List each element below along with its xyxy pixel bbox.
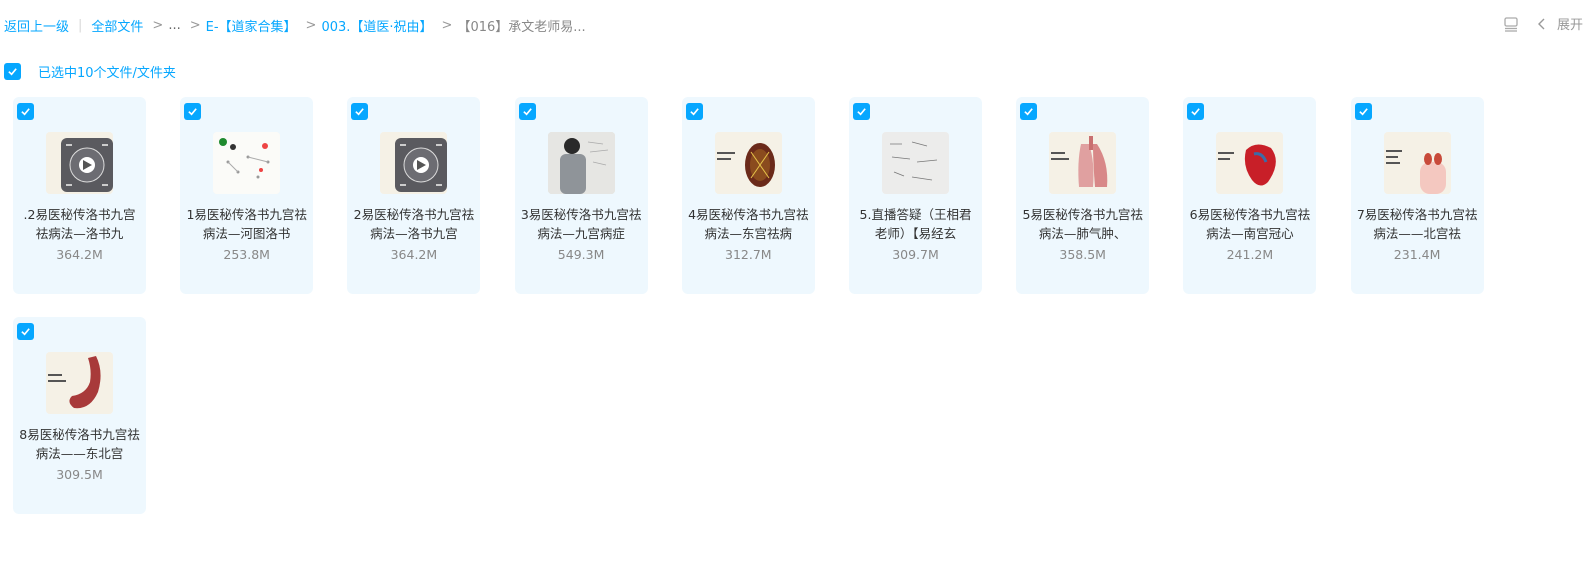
back-link[interactable]: 返回上一级 [4, 16, 69, 35]
file-card[interactable]: 6易医秘传洛书九宫祛病法—南宫冠心 241.2M [1183, 97, 1317, 294]
breadcrumb-current: 【016】承文老师易... [457, 19, 586, 35]
checkmark-icon [1358, 108, 1368, 116]
file-size: 312.7M [725, 247, 772, 262]
file-card[interactable]: 2易医秘传洛书九宫祛病法—洛书九宫 364.2M [347, 97, 481, 294]
breadcrumb-separator: > [441, 17, 453, 33]
selection-bar: 已选中10个文件/文件夹 [4, 62, 176, 81]
file-name: 4易医秘传洛书九宫祛病法—东宫祛病 [688, 207, 809, 241]
breadcrumb-separator: > [189, 17, 201, 33]
file-checkbox[interactable] [853, 103, 870, 120]
chevron-left-icon [1537, 18, 1545, 29]
file-name: 3易医秘传洛书九宫祛病法—九宫病症 [520, 207, 642, 241]
file-name: 5易医秘传洛书九宫祛病法—肺气肿、 [1022, 207, 1143, 241]
checkmark-icon [188, 108, 197, 116]
breadcrumb-item-daoyi[interactable]: 003.【道医·祝由】 [321, 16, 432, 35]
file-name: 7易医秘传洛书九宫祛病法——北宫祛 [1356, 207, 1478, 241]
file-checkbox[interactable] [1187, 103, 1205, 120]
video-thumbnail [46, 352, 113, 414]
file-name: 8易医秘传洛书九宫祛病法——东北宫 [19, 427, 140, 461]
video-thumbnail [547, 132, 615, 194]
checkmark-icon [690, 108, 699, 116]
file-size: 549.3M [557, 247, 605, 262]
video-thumbnail [213, 132, 281, 194]
breadcrumb-separator: > [152, 17, 164, 33]
checkmark-icon [857, 108, 866, 116]
checkmark-icon [8, 68, 17, 76]
file-size: 364.2M [56, 247, 103, 262]
video-thumbnail [882, 132, 949, 194]
file-name: 5.直播答疑（王相君老师）【易经玄 [859, 207, 972, 241]
file-size: 231.4M [1393, 247, 1441, 262]
file-name: 1易医秘传洛书九宫祛病法—河图洛书 [186, 207, 307, 241]
breadcrumb: 返回上一级 | 全部文件 > ... > E-【道家合集】 > 003.【道医·… [4, 16, 586, 35]
video-thumbnail [46, 132, 113, 194]
file-card[interactable]: 3易医秘传洛书九宫祛病法—九宫病症 549.3M [514, 97, 648, 294]
file-checkbox[interactable] [1020, 103, 1038, 120]
breadcrumb-ellipsis[interactable]: ... [168, 18, 180, 33]
file-name: 6易医秘传洛书九宫祛病法—南宫冠心 [1189, 207, 1311, 241]
checkmark-icon [1024, 108, 1033, 116]
checkmark-icon [1191, 108, 1201, 116]
expand-label: 展开 [1556, 18, 1583, 33]
file-card[interactable]: 4易医秘传洛书九宫祛病法—东宫祛病 312.7M [681, 97, 815, 294]
video-thumbnail [1049, 132, 1117, 194]
file-size: 309.5M [56, 467, 103, 482]
file-card[interactable]: 8易医秘传洛书九宫祛病法——东北宫 309.5M [13, 317, 146, 514]
file-size: 358.5M [1059, 247, 1106, 262]
list-view-icon[interactable] [1503, 16, 1519, 32]
file-size: 364.2M [390, 247, 438, 262]
video-thumbnail [380, 132, 448, 194]
video-thumbnail [714, 132, 782, 194]
file-card[interactable]: .2易医秘传洛书九宫祛病法—洛书九 364.2M [13, 97, 146, 294]
file-name: .2易医秘传洛书九宫祛病法—洛书九 [23, 207, 136, 241]
breadcrumb-separator: > [305, 17, 317, 33]
file-checkbox[interactable] [351, 103, 369, 120]
file-name: 2易医秘传洛书九宫祛病法—洛书九宫 [353, 207, 475, 241]
file-card[interactable]: 5.直播答疑（王相君老师）【易经玄 309.7M [849, 97, 982, 294]
breadcrumb-item-daojia[interactable]: E-【道家合集】 [206, 16, 297, 35]
file-card[interactable]: 7易医秘传洛书九宫祛病法——北宫祛 231.4M [1350, 97, 1484, 294]
checkmark-icon [21, 108, 30, 116]
checkmark-icon [355, 108, 365, 116]
file-checkbox[interactable] [518, 103, 536, 120]
file-checkbox[interactable] [184, 103, 202, 120]
video-thumbnail [1216, 132, 1284, 194]
breadcrumb-all-files[interactable]: 全部文件 [91, 16, 143, 35]
file-card[interactable]: 1易医秘传洛书九宫祛病法—河图洛书 253.8M [180, 97, 314, 294]
file-checkbox[interactable] [17, 323, 34, 340]
selection-count: 已选中10个文件/文件夹 [38, 66, 176, 81]
video-thumbnail [1383, 132, 1451, 194]
file-size: 241.2M [1226, 247, 1274, 262]
file-checkbox[interactable] [1354, 103, 1372, 120]
file-size: 309.7M [892, 247, 939, 262]
file-checkbox[interactable] [685, 103, 703, 120]
top-toolbar: 展开 [1503, 14, 1583, 33]
checkmark-icon [522, 108, 532, 116]
expand-button[interactable]: 展开 [1537, 14, 1583, 33]
breadcrumb-divider: | [78, 17, 83, 33]
select-all-checkbox[interactable] [4, 63, 21, 80]
file-checkbox[interactable] [17, 103, 34, 120]
file-size: 253.8M [223, 247, 270, 262]
file-card[interactable]: 5易医秘传洛书九宫祛病法—肺气肿、 358.5M [1016, 97, 1150, 294]
checkmark-icon [21, 328, 30, 336]
